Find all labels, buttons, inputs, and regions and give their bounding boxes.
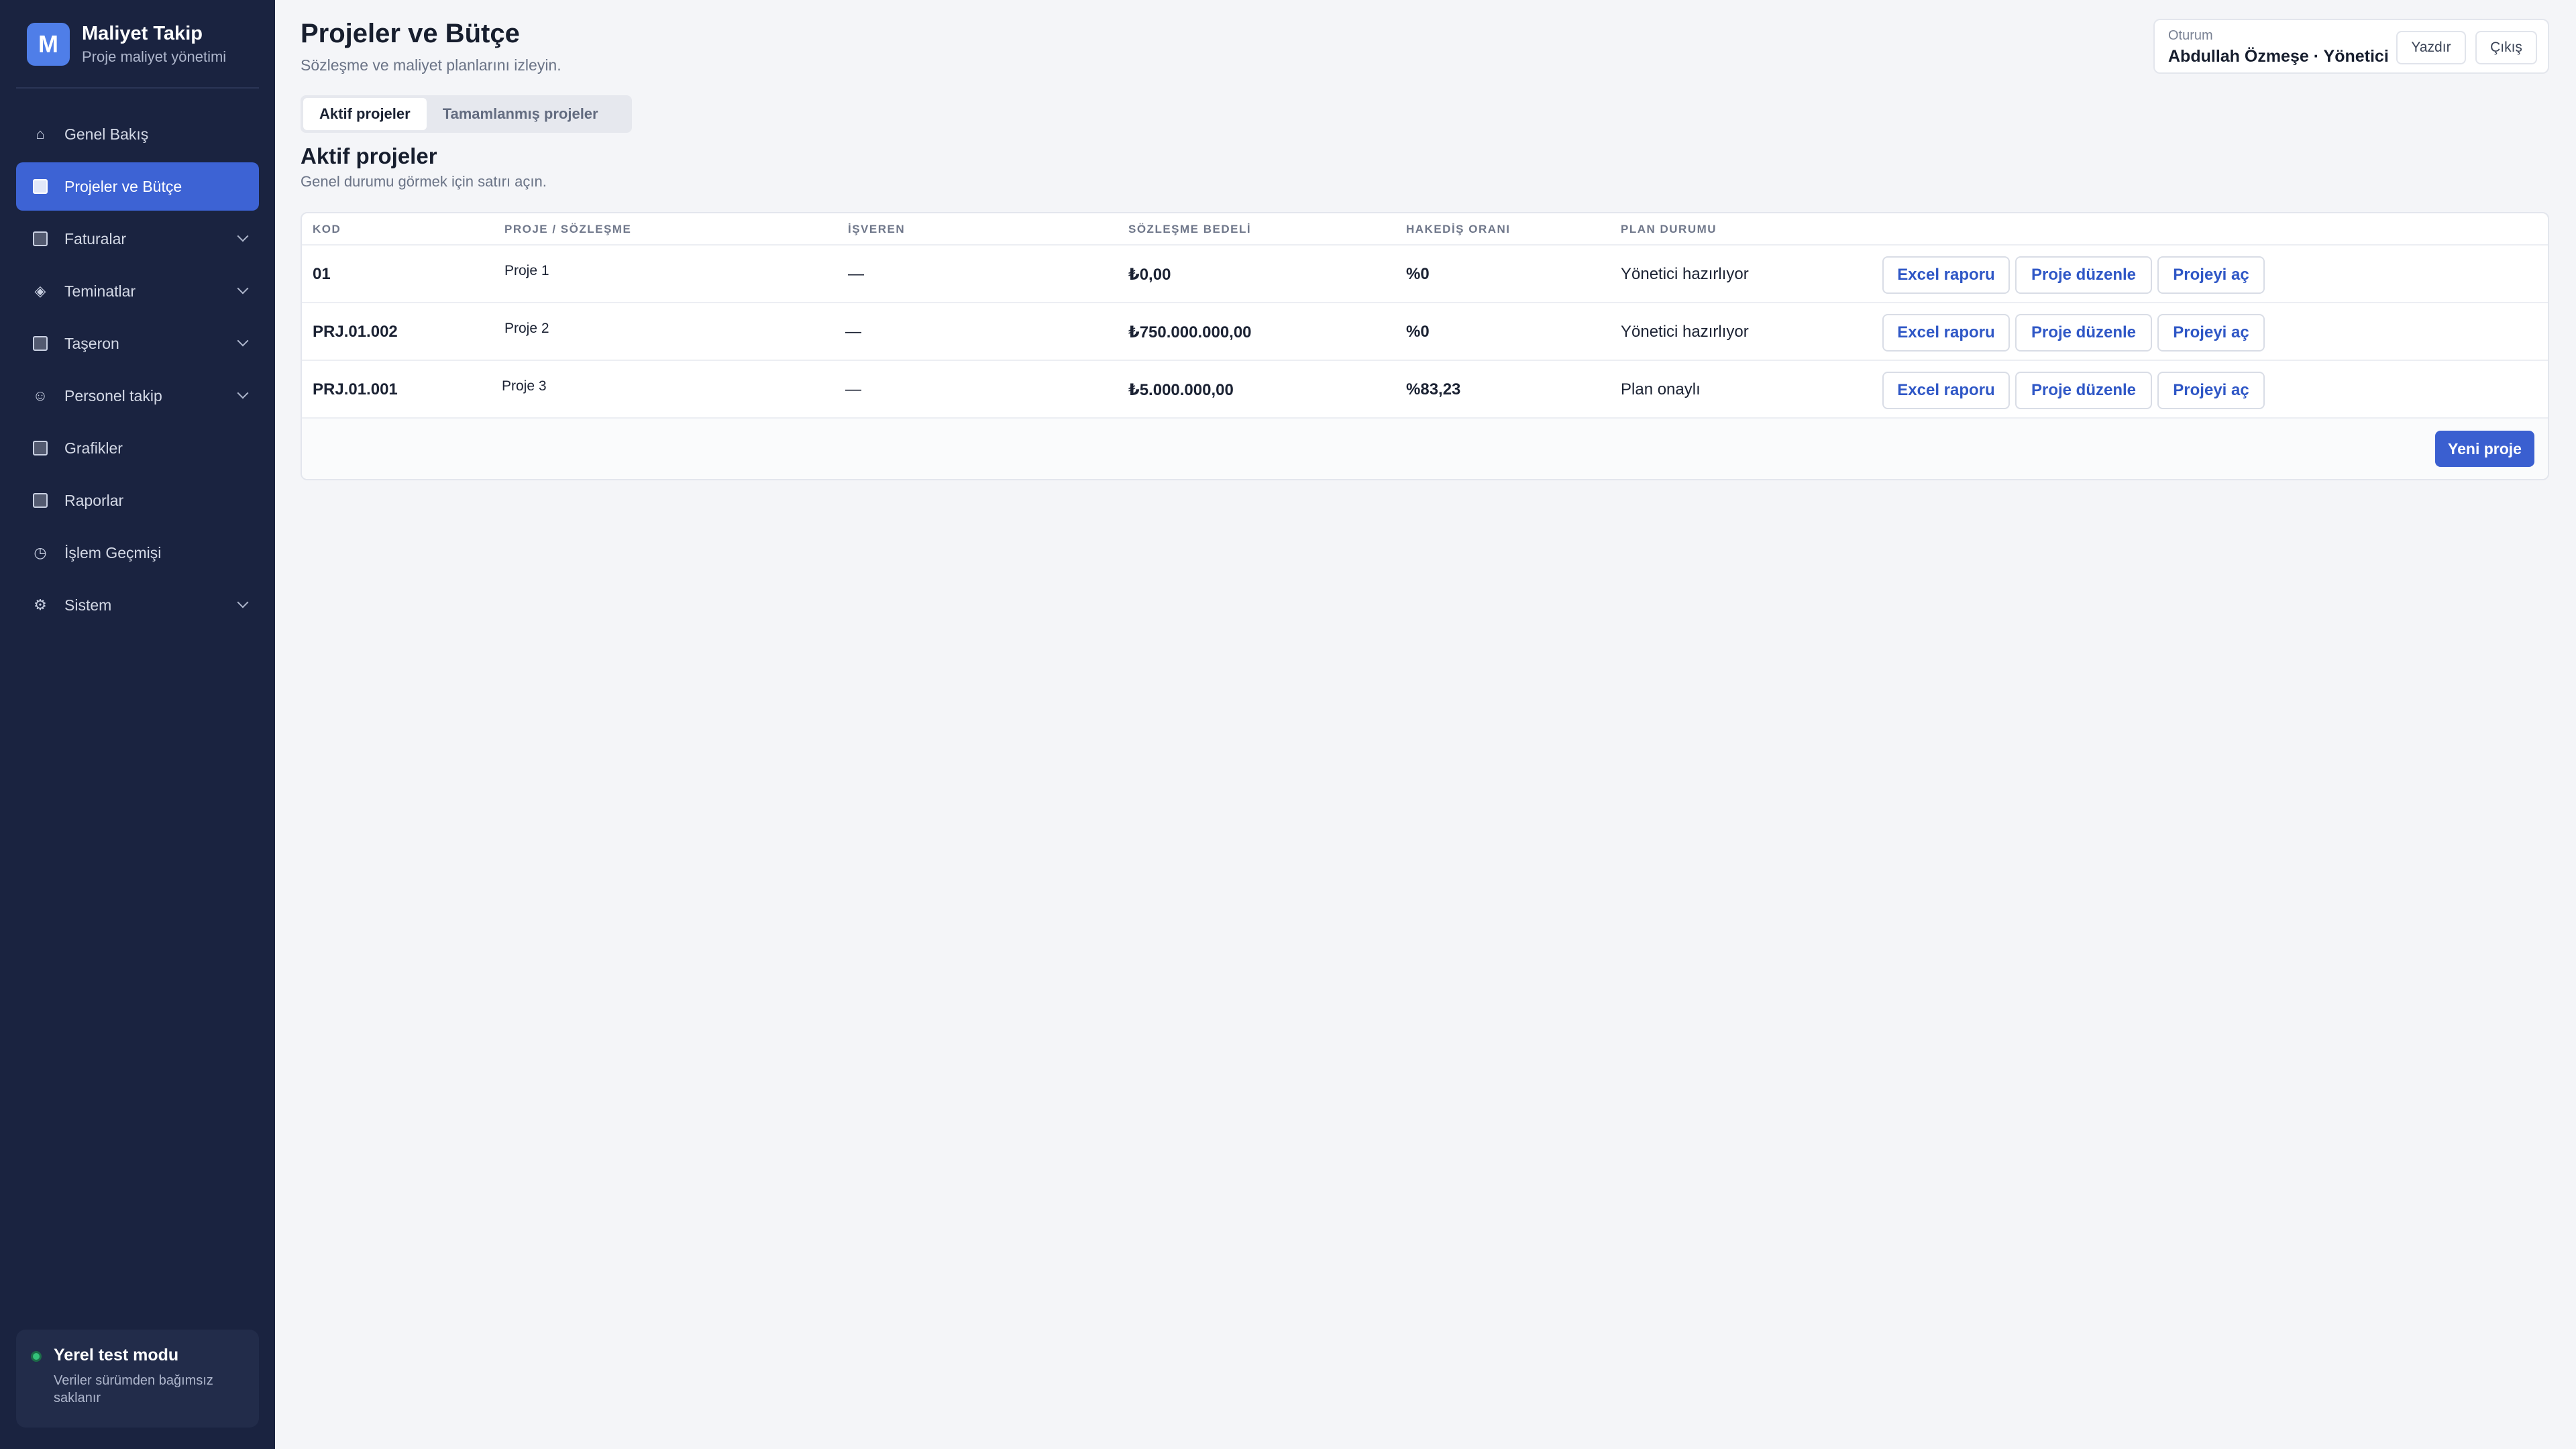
cell-amount: ₺0,00: [1128, 265, 1171, 284]
column-header-status: PLAN DURUMU: [1621, 223, 1717, 235]
table-row[interactable]: PRJ.01.001 Proje 3 — ₺5.000.000,00 %83,2…: [302, 361, 2548, 419]
cell-status: Yönetici hazırlıyor: [1621, 323, 1749, 341]
test-mode-box: Yerel test modu Veriler sürümden bağımsı…: [16, 1330, 259, 1428]
open-project-button[interactable]: Projeyi aç: [2157, 256, 2265, 294]
cell-project: Proje 2: [504, 321, 549, 336]
session-user: Abdullah Özmeşe · Yönetici: [2168, 47, 2389, 66]
edit-project-button[interactable]: Proje düzenle: [2015, 256, 2152, 294]
sidebar-divider: [16, 87, 259, 89]
sidebar-item-islem-gecmisi[interactable]: ◷ İşlem Geçmişi: [16, 529, 259, 577]
cell-employer: —: [845, 323, 861, 341]
column-header-employer: İŞVEREN: [848, 223, 906, 235]
sidebar-item-faturalar[interactable]: Faturalar: [16, 215, 259, 263]
sidebar-item-teminatlar[interactable]: ◈ Teminatlar: [16, 267, 259, 315]
open-project-button[interactable]: Projeyi aç: [2157, 372, 2265, 409]
tab-active-projects[interactable]: Aktif projeler: [303, 98, 427, 130]
excel-report-button[interactable]: Excel raporu: [1882, 372, 2010, 409]
sidebar-item-label: Genel Bakış: [64, 125, 149, 143]
table-row[interactable]: PRJ.01.002 Proje 2 — ₺750.000.000,00 %0 …: [302, 303, 2548, 361]
excel-report-button[interactable]: Excel raporu: [1882, 314, 2010, 352]
session-label: Oturum: [2168, 28, 2213, 43]
section-subtitle: Genel durumu görmek için satırı açın.: [301, 173, 547, 190]
home-icon: ⌂: [36, 125, 45, 142]
cell-amount: ₺750.000.000,00: [1128, 323, 1252, 341]
test-mode-title: Yerel test modu: [54, 1346, 179, 1364]
sidebar-item-label: Personel takip: [64, 386, 162, 405]
sidebar: M Maliyet Takip Proje maliyet yönetimi ⌂…: [0, 0, 275, 1449]
sidebar-item-projeler-ve-butce[interactable]: Projeler ve Bütçe: [16, 162, 259, 211]
cell-employer: —: [848, 265, 864, 283]
brand-title: Maliyet Takip: [82, 23, 203, 44]
chevron-down-icon: [237, 596, 249, 608]
sidebar-nav: ⌂ Genel Bakış Projeler ve Bütçe Faturala…: [16, 110, 259, 633]
sidebar-item-label: Teminatlar: [64, 282, 136, 300]
chevron-down-icon: [237, 387, 249, 399]
excel-report-button[interactable]: Excel raporu: [1882, 256, 2010, 294]
cell-status: Yönetici hazırlıyor: [1621, 265, 1749, 283]
clock-icon: ◷: [34, 544, 47, 561]
square-icon: [32, 492, 48, 508]
projects-table: KOD PROJE / SÖZLEŞME İŞVEREN SÖZLEŞME BE…: [301, 212, 2549, 480]
sidebar-item-label: İşlem Geçmişi: [64, 543, 162, 561]
status-dot-icon: [31, 1351, 42, 1362]
chevron-down-icon: [237, 282, 249, 294]
session-panel: Oturum Abdullah Özmeşe · Yönetici Yazdır…: [2153, 19, 2549, 74]
column-header-code: KOD: [313, 223, 341, 235]
column-header-rate: HAKEDİŞ ORANI: [1406, 223, 1511, 235]
page-title: Projeler ve Bütçe: [301, 19, 520, 48]
sidebar-item-sistem[interactable]: ⚙ Sistem: [16, 581, 259, 629]
sidebar-item-raporlar[interactable]: Raporlar: [16, 476, 259, 525]
square-icon: [32, 335, 48, 352]
table-header: KOD PROJE / SÖZLEŞME İŞVEREN SÖZLEŞME BE…: [302, 213, 2548, 246]
cell-project: Proje 1: [504, 263, 549, 278]
chevron-down-icon: [237, 230, 249, 242]
cell-status: Plan onaylı: [1621, 380, 1701, 398]
sidebar-item-label: Grafikler: [64, 439, 123, 457]
diamond-icon: ◈: [34, 282, 46, 299]
edit-project-button[interactable]: Proje düzenle: [2015, 314, 2152, 352]
cell-code: PRJ.01.001: [313, 380, 398, 398]
gear-icon: ⚙: [34, 596, 47, 613]
cell-code: 01: [313, 265, 331, 283]
main-content: Projeler ve Bütçe Sözleşme ve maliyet pl…: [275, 0, 2576, 1449]
section-title: Aktif projeler: [301, 144, 437, 168]
tab-completed-projects[interactable]: Tamamlanmış projeler: [427, 98, 614, 130]
edit-project-button[interactable]: Proje düzenle: [2015, 372, 2152, 409]
sidebar-item-label: Projeler ve Bütçe: [64, 177, 182, 195]
brand: M Maliyet Takip Proje maliyet yönetimi: [27, 23, 259, 87]
cell-employer: —: [845, 380, 861, 398]
sidebar-item-personel-takip[interactable]: ☺ Personel takip: [16, 372, 259, 420]
square-icon: [32, 231, 48, 247]
sidebar-item-label: Sistem: [64, 596, 112, 614]
cell-rate: %0: [1406, 323, 1430, 341]
sidebar-item-grafikler[interactable]: Grafikler: [16, 424, 259, 472]
square-icon: [32, 178, 48, 195]
logout-button[interactable]: Çıkış: [2475, 31, 2537, 64]
table-footer: Yeni proje: [302, 419, 2548, 479]
print-button[interactable]: Yazdır: [2396, 31, 2466, 64]
column-header-amount: SÖZLEŞME BEDELİ: [1128, 223, 1252, 235]
smiley-icon: ☺: [32, 387, 48, 404]
cell-code: PRJ.01.002: [313, 323, 398, 341]
sidebar-item-label: Raporlar: [64, 491, 124, 509]
sidebar-item-label: Faturalar: [64, 229, 127, 248]
new-project-button[interactable]: Yeni proje: [2435, 431, 2534, 467]
cell-project: Proje 3: [502, 378, 547, 394]
column-header-project: PROJE / SÖZLEŞME: [504, 223, 632, 235]
brand-logo: M: [27, 23, 70, 66]
test-mode-description: Veriler sürümden bağımsız saklanır: [54, 1373, 213, 1405]
sidebar-item-taseron[interactable]: Taşeron: [16, 319, 259, 368]
square-icon: [32, 440, 48, 456]
sidebar-item-genel-bakis[interactable]: ⌂ Genel Bakış: [16, 110, 259, 158]
table-row[interactable]: 01 Proje 1 — ₺0,00 %0 Yönetici hazırlıyo…: [302, 246, 2548, 303]
cell-rate: %0: [1406, 265, 1430, 283]
brand-subtitle: Proje maliyet yönetimi: [82, 48, 227, 65]
sidebar-item-label: Taşeron: [64, 334, 119, 352]
cell-amount: ₺5.000.000,00: [1128, 380, 1234, 399]
cell-rate: %83,23: [1406, 380, 1461, 398]
chevron-down-icon: [237, 335, 249, 347]
project-tabs: Aktif projeler Tamamlanmış projeler: [301, 95, 632, 133]
page-subtitle: Sözleşme ve maliyet planlarını izleyin.: [301, 56, 561, 74]
open-project-button[interactable]: Projeyi aç: [2157, 314, 2265, 352]
